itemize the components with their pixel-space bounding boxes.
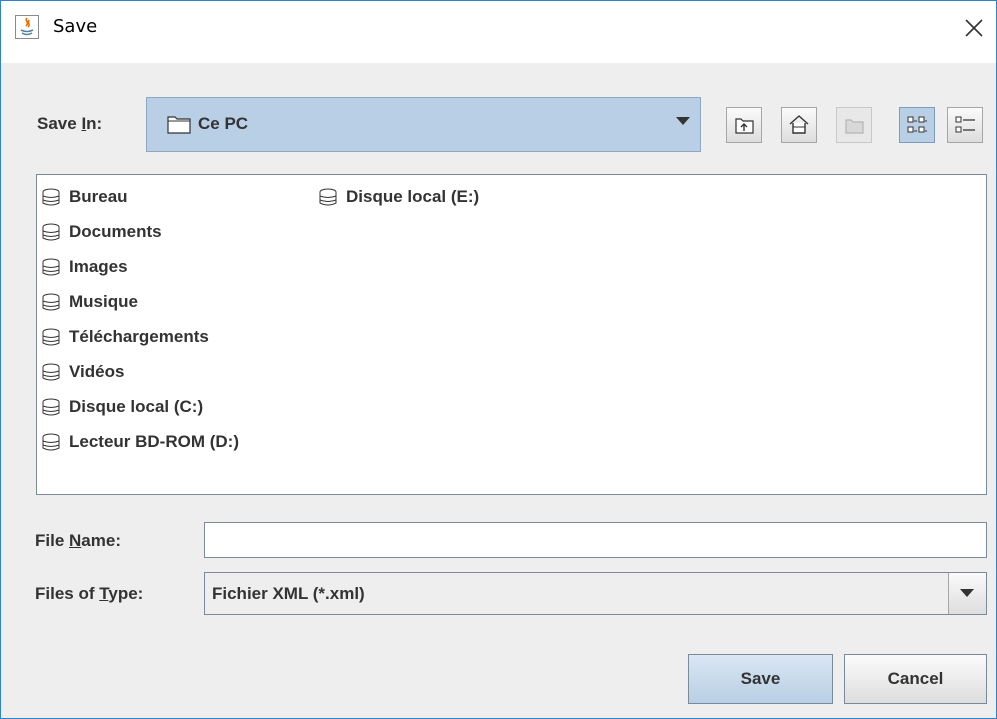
drive-icon xyxy=(41,398,61,423)
new-folder-icon xyxy=(845,119,864,134)
save-dialog: Save Save In: Ce PC Bureau Documents Ima… xyxy=(0,0,997,719)
files-of-type-combobox[interactable]: Fichier XML (*.xml) xyxy=(204,572,987,615)
drive-icon xyxy=(318,188,338,213)
files-of-type-value: Fichier XML (*.xml) xyxy=(212,584,365,603)
close-icon xyxy=(965,19,983,37)
folder-icon xyxy=(167,114,191,139)
file-name-label: File Name: xyxy=(35,531,121,550)
list-view-icon xyxy=(907,116,927,133)
chevron-down-icon[interactable] xyxy=(676,117,690,125)
files-of-type-dropdown-button[interactable] xyxy=(948,573,986,614)
save-in-label: Save In: xyxy=(37,114,103,133)
close-button[interactable] xyxy=(959,13,989,43)
chevron-down-icon xyxy=(960,589,974,597)
list-view-button[interactable] xyxy=(899,107,935,143)
files-of-type-label: Files of Type: xyxy=(35,584,144,603)
save-button[interactable]: Save xyxy=(688,654,833,704)
drive-icon xyxy=(41,363,61,388)
save-in-value: Ce PC xyxy=(198,114,249,133)
drive-icon xyxy=(41,223,61,248)
save-in-combobox[interactable]: Ce PC xyxy=(146,97,701,152)
file-name-input[interactable] xyxy=(204,522,987,558)
file-list[interactable]: Bureau Documents Images Musique Téléchar… xyxy=(36,174,987,495)
drive-icon xyxy=(41,328,61,353)
up-one-level-button[interactable] xyxy=(726,107,762,143)
title-bar[interactable]: Save xyxy=(1,1,996,63)
drive-icon xyxy=(41,293,61,318)
java-app-icon xyxy=(15,15,39,39)
home-button[interactable] xyxy=(781,107,817,143)
drive-icon xyxy=(41,188,61,213)
window-title: Save xyxy=(53,16,98,37)
drive-icon xyxy=(41,258,61,283)
drive-icon xyxy=(41,433,61,458)
up-folder-icon xyxy=(735,118,754,134)
details-view-button[interactable] xyxy=(947,107,983,143)
home-icon xyxy=(789,115,809,134)
new-folder-button[interactable] xyxy=(836,107,872,143)
details-view-icon xyxy=(955,116,975,133)
cancel-button[interactable]: Cancel xyxy=(844,654,987,704)
